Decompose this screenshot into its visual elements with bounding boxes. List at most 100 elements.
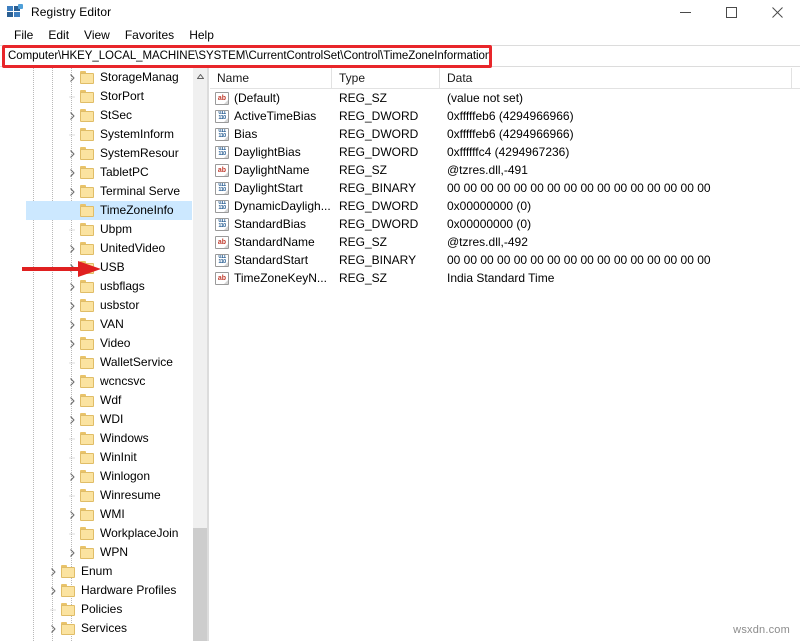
value-name-label: (Default)	[234, 89, 280, 107]
chevron-right-icon[interactable]	[64, 277, 80, 296]
chevron-right-icon[interactable]	[64, 182, 80, 201]
tree-item-unitedvideo[interactable]: UnitedVideo	[0, 239, 192, 258]
pane-splitter[interactable]	[207, 68, 209, 641]
tree-item-winlogon[interactable]: Winlogon	[0, 467, 192, 486]
value-data-cell: 0x00000000 (0)	[440, 215, 792, 233]
tree-item-walletservice[interactable]: WalletService	[0, 353, 192, 372]
folder-icon	[80, 470, 96, 483]
tree-item-workplacejoin[interactable]: WorkplaceJoin	[0, 524, 192, 543]
chevron-right-icon[interactable]	[64, 467, 80, 486]
tree-item-hardware-profiles[interactable]: Hardware Profiles	[0, 581, 192, 600]
window-controls	[662, 0, 800, 24]
chevron-right-icon[interactable]	[64, 144, 80, 163]
tree-item-terminal-serve[interactable]: Terminal Serve	[0, 182, 192, 201]
close-button[interactable]	[754, 0, 800, 24]
menu-item-edit[interactable]: Edit	[41, 26, 77, 44]
tree-item-services[interactable]: Services	[0, 619, 192, 638]
chevron-right-icon[interactable]	[45, 581, 61, 600]
column-header-data[interactable]: Data	[440, 68, 792, 88]
menu-item-file[interactable]: File	[7, 26, 41, 44]
table-row[interactable]: 011110StandardStartREG_BINARY00 00 00 00…	[210, 251, 800, 269]
menu-item-help[interactable]: Help	[182, 26, 222, 44]
registry-key-tree[interactable]: StorageManagStorPortStSecSystemInformSys…	[0, 68, 192, 641]
tree-item-label: VAN	[100, 315, 124, 334]
folder-icon	[80, 185, 96, 198]
chevron-right-icon[interactable]	[45, 562, 61, 581]
menu-item-favorites[interactable]: Favorites	[118, 26, 182, 44]
tree-scrollbar-thumb[interactable]	[193, 528, 208, 641]
table-row[interactable]: abTimeZoneKeyN...REG_SZIndia Standard Ti…	[210, 269, 800, 287]
tree-item-label: usbflags	[100, 277, 145, 296]
tree-vertical-scrollbar[interactable]	[192, 68, 207, 641]
tree-item-storagemanag[interactable]: StorageManag	[0, 68, 192, 87]
folder-icon	[80, 109, 96, 122]
table-row[interactable]: ab(Default)REG_SZ(value not set)	[210, 89, 800, 107]
chevron-right-icon[interactable]	[64, 296, 80, 315]
tree-item-systemresour[interactable]: SystemResour	[0, 144, 192, 163]
tree-item-wininit[interactable]: WinInit	[0, 448, 192, 467]
chevron-right-icon[interactable]	[64, 391, 80, 410]
maximize-button[interactable]	[708, 0, 754, 24]
tree-item-label: Hardware Profiles	[81, 581, 176, 600]
tree-item-winresume[interactable]: Winresume	[0, 486, 192, 505]
table-row[interactable]: 011110ActiveTimeBiasREG_DWORD0xfffffeb6 …	[210, 107, 800, 125]
tree-item-stsec[interactable]: StSec	[0, 106, 192, 125]
address-bar[interactable]: Computer\HKEY_LOCAL_MACHINE\SYSTEM\Curre…	[0, 45, 800, 67]
tree-item-label: usbstor	[100, 296, 139, 315]
chevron-right-icon[interactable]	[64, 372, 80, 391]
tree-item-label: Winlogon	[100, 467, 150, 486]
chevron-right-icon[interactable]	[64, 68, 80, 87]
tree-item-van[interactable]: VAN	[0, 315, 192, 334]
chevron-right-icon[interactable]	[64, 239, 80, 258]
tree-item-enum[interactable]: Enum	[0, 562, 192, 581]
value-data-cell: 0x00000000 (0)	[440, 197, 792, 215]
tree-item-video[interactable]: Video	[0, 334, 192, 353]
chevron-right-icon[interactable]	[64, 315, 80, 334]
tree-item-usbstor[interactable]: usbstor	[0, 296, 192, 315]
folder-icon	[80, 128, 96, 141]
tree-item-wmi[interactable]: WMI	[0, 505, 192, 524]
column-header-name[interactable]: Name	[210, 68, 332, 88]
chevron-right-icon[interactable]	[64, 106, 80, 125]
tree-item-wdi[interactable]: WDI	[0, 410, 192, 429]
value-name-cell: 011110ActiveTimeBias	[210, 107, 332, 125]
tree-item-policies[interactable]: Policies	[0, 600, 192, 619]
chevron-right-icon[interactable]	[64, 543, 80, 562]
chevron-right-icon[interactable]	[64, 334, 80, 353]
tree-item-label: WorkplaceJoin	[100, 524, 178, 543]
table-row[interactable]: 011110DaylightStartREG_BINARY00 00 00 00…	[210, 179, 800, 197]
scroll-up-icon[interactable]	[193, 68, 208, 84]
column-header-type[interactable]: Type	[332, 68, 440, 88]
table-row[interactable]: 011110DaylightBiasREG_DWORD0xffffffc4 (4…	[210, 143, 800, 161]
watermark: wsxdn.com	[733, 624, 790, 636]
tree-item-usb[interactable]: USB	[0, 258, 192, 277]
minimize-button[interactable]	[662, 0, 708, 24]
menu-item-view[interactable]: View	[77, 26, 118, 44]
tree-item-usbflags[interactable]: usbflags	[0, 277, 192, 296]
tree-item-systeminform[interactable]: SystemInform	[0, 125, 192, 144]
table-row[interactable]: abDaylightNameREG_SZ@tzres.dll,-491	[210, 161, 800, 179]
tree-item-timezoneinfo[interactable]: TimeZoneInfo	[0, 201, 192, 220]
value-type-cell: REG_BINARY	[332, 179, 440, 197]
table-row[interactable]: abStandardNameREG_SZ@tzres.dll,-492	[210, 233, 800, 251]
tree-item-storport[interactable]: StorPort	[0, 87, 192, 106]
chevron-right-icon[interactable]	[64, 163, 80, 182]
binary-value-icon: 011110	[215, 254, 229, 267]
chevron-right-icon[interactable]	[64, 258, 80, 277]
tree-leaf-spacer	[64, 87, 80, 106]
tree-item-ubpm[interactable]: Ubpm	[0, 220, 192, 239]
chevron-right-icon[interactable]	[64, 505, 80, 524]
tree-item-label: wcncsvc	[100, 372, 145, 391]
value-name-label: Bias	[234, 125, 257, 143]
tree-item-windows[interactable]: Windows	[0, 429, 192, 448]
chevron-right-icon[interactable]	[45, 619, 61, 638]
table-row[interactable]: 011110DynamicDayligh...REG_DWORD0x000000…	[210, 197, 800, 215]
tree-item-wcncsvc[interactable]: wcncsvc	[0, 372, 192, 391]
value-name-label: StandardStart	[234, 251, 308, 269]
chevron-right-icon[interactable]	[64, 410, 80, 429]
tree-item-wpn[interactable]: WPN	[0, 543, 192, 562]
tree-item-tabletpc[interactable]: TabletPC	[0, 163, 192, 182]
table-row[interactable]: 011110BiasREG_DWORD0xfffffeb6 (429496696…	[210, 125, 800, 143]
tree-item-wdf[interactable]: Wdf	[0, 391, 192, 410]
table-row[interactable]: 011110StandardBiasREG_DWORD0x00000000 (0…	[210, 215, 800, 233]
